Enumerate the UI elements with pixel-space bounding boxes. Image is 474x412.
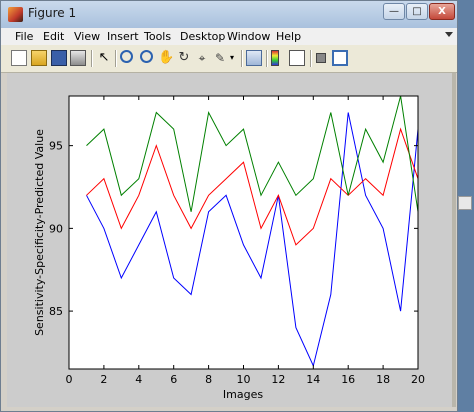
y-tick-label: 95: [49, 140, 63, 153]
menu-bar: File Edit View Insert Tools Desktop Wind…: [1, 28, 457, 45]
x-axis-label: Images: [223, 388, 263, 401]
title-bar[interactable]: Figure 1 — □ X: [1, 1, 457, 29]
y-tick-label: 90: [49, 222, 63, 235]
brush-icon[interactable]: ✎: [212, 50, 228, 66]
link-plot-icon[interactable]: [246, 50, 262, 66]
x-tick-label: 18: [376, 373, 390, 386]
y-tick-label: 85: [49, 305, 63, 318]
new-figure-icon[interactable]: [11, 50, 27, 66]
window-title: Figure 1: [28, 6, 77, 20]
menu-help[interactable]: Help: [276, 30, 301, 43]
menu-overflow-arrow-icon[interactable]: [445, 32, 453, 37]
toolbar-separator: [241, 50, 243, 67]
menu-tools[interactable]: Tools: [144, 30, 171, 43]
figure-toolbar: ↖ ✋ ↻ ⌖ ✎ ▾: [1, 45, 457, 73]
menu-edit[interactable]: Edit: [43, 30, 64, 43]
zoom-out-icon[interactable]: [140, 50, 153, 63]
print-icon[interactable]: [70, 50, 86, 66]
x-tick-label: 2: [100, 373, 107, 386]
insert-legend-icon[interactable]: [289, 50, 305, 66]
close-button[interactable]: X: [429, 3, 455, 20]
maximize-button[interactable]: □: [406, 3, 428, 20]
toolbar-separator: [115, 50, 117, 67]
menu-insert[interactable]: Insert: [107, 30, 139, 43]
x-tick-label: 14: [306, 373, 320, 386]
show-plot-tools-icon[interactable]: [332, 50, 348, 66]
minimize-button[interactable]: —: [383, 3, 405, 20]
figure-window: Figure 1 — □ X File Edit View Insert Too…: [0, 0, 458, 412]
x-tick-label: 8: [205, 373, 212, 386]
x-tick-label: 12: [271, 373, 285, 386]
matlab-icon: [8, 7, 23, 22]
toolbar-separator: [266, 50, 268, 67]
y-axis-label: Sensitivity-Specificity-Predicted Value: [33, 129, 46, 336]
plot-svg: 0 2 4 6 8 10 12 14 16 18 20 85 90 95 Images Sensitivi…: [33, 95, 425, 401]
x-tick-label: 0: [66, 373, 73, 386]
hide-plot-tools-icon[interactable]: [316, 53, 326, 63]
toolbar-separator: [310, 50, 312, 67]
x-tick-label: 4: [135, 373, 142, 386]
zoom-in-icon[interactable]: [120, 50, 133, 63]
figure-border: [452, 73, 456, 407]
figure-canvas: 0 2 4 6 8 10 12 14 16 18 20 85 90 95 Images Sensitivi…: [7, 73, 452, 407]
brush-dropdown-icon[interactable]: ▾: [228, 50, 236, 66]
x-tick-label: 6: [170, 373, 177, 386]
menu-view[interactable]: View: [74, 30, 100, 43]
menu-desktop[interactable]: Desktop: [180, 30, 225, 43]
x-tick-label: 16: [341, 373, 355, 386]
data-cursor-icon[interactable]: ⌖: [194, 50, 210, 66]
rotate-3d-icon[interactable]: ↻: [176, 50, 192, 66]
x-tick-label: 20: [411, 373, 425, 386]
open-file-icon[interactable]: [31, 50, 47, 66]
x-tick-label: 10: [237, 373, 251, 386]
save-icon[interactable]: [51, 50, 67, 66]
menu-file[interactable]: File: [15, 30, 33, 43]
edit-plot-arrow-icon[interactable]: ↖: [96, 50, 112, 66]
pan-hand-icon[interactable]: ✋: [158, 50, 174, 66]
axes-background: [69, 96, 418, 369]
background-window-control[interactable]: [458, 196, 472, 210]
insert-colorbar-icon[interactable]: [271, 50, 279, 66]
menu-window[interactable]: Window: [227, 30, 270, 43]
toolbar-separator: [91, 50, 93, 67]
